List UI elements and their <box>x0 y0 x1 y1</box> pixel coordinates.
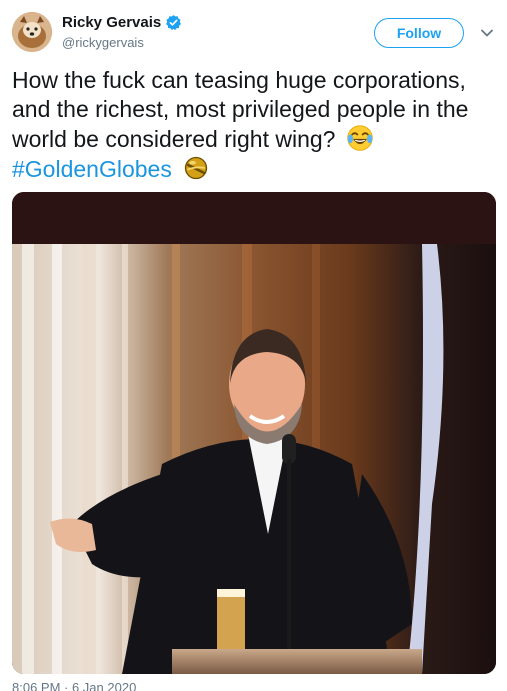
author-block: Ricky Gervais @rickygervais <box>62 14 182 50</box>
verified-badge-icon <box>166 15 182 31</box>
author-name-row[interactable]: Ricky Gervais <box>62 14 182 31</box>
avatar[interactable] <box>12 12 52 52</box>
tweet-media-photo[interactable] <box>12 192 496 674</box>
tears-of-joy-emoji-icon <box>347 125 373 151</box>
hashtag-link[interactable]: #GoldenGlobes <box>12 156 172 182</box>
tweet-body: How the fuck can teasing huge corporatio… <box>12 67 469 152</box>
author-handle[interactable]: @rickygervais <box>62 35 182 50</box>
tweet-text: How the fuck can teasing huge corporatio… <box>12 66 498 184</box>
media-letterbox <box>12 192 496 244</box>
chevron-down-icon[interactable] <box>480 26 494 40</box>
photo-image <box>12 244 496 674</box>
tweet-timestamp[interactable]: 8:06 PM · 6 Jan 2020 <box>12 680 136 691</box>
golden-globe-icon[interactable] <box>182 154 210 182</box>
tweet-header: Ricky Gervais @rickygervais Follow <box>0 0 507 62</box>
display-name[interactable]: Ricky Gervais <box>62 14 161 31</box>
follow-button[interactable]: Follow <box>374 18 464 48</box>
